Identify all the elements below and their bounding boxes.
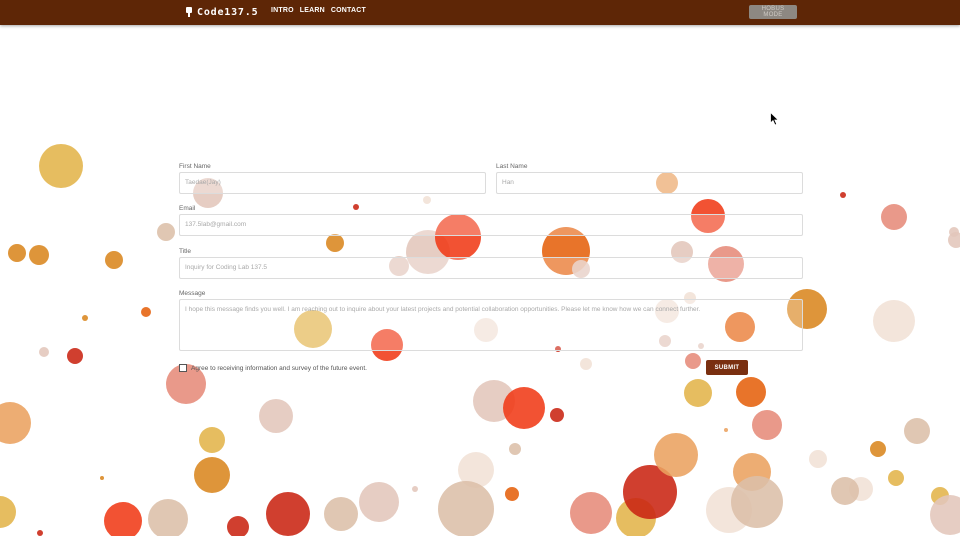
- nav-links: INTRO LEARN CONTACT: [271, 7, 366, 14]
- nav-link-intro[interactable]: INTRO: [271, 7, 294, 14]
- brand-logo[interactable]: Code137.5: [186, 5, 258, 19]
- message-label: Message: [179, 290, 206, 297]
- consent-checkbox[interactable]: [179, 364, 187, 372]
- title-field[interactable]: Inquiry for Coding Lab 137.5: [179, 257, 803, 279]
- first-name-field[interactable]: Taedae(Jay): [179, 172, 486, 194]
- consent-row: Agree to receiving information and surve…: [179, 364, 367, 372]
- contact-form: First Name Taedae(Jay) Last Name Han Ema…: [0, 0, 960, 536]
- flask-icon: [186, 7, 192, 17]
- email-field[interactable]: 137.5lab@gmail.com: [179, 214, 803, 236]
- message-field[interactable]: I hope this message finds you well. I am…: [179, 299, 803, 351]
- last-name-label: Last Name: [496, 163, 528, 170]
- consent-label: Agree to receiving information and surve…: [191, 364, 367, 372]
- nav-link-contact[interactable]: CONTACT: [331, 7, 366, 14]
- mouse-cursor-icon: [770, 112, 779, 126]
- title-label: Title: [179, 248, 192, 255]
- brand-name: Code137.5: [197, 6, 259, 18]
- hobus-mode-button[interactable]: HOBUS MODE: [749, 5, 797, 19]
- nav-link-learn[interactable]: LEARN: [300, 7, 325, 14]
- email-label: Email: [179, 205, 196, 212]
- first-name-label: First Name: [179, 163, 211, 170]
- last-name-field[interactable]: Han: [496, 172, 803, 194]
- top-navbar: Code137.5 INTRO LEARN CONTACT HOBUS MODE: [0, 0, 960, 25]
- submit-button[interactable]: SUBMIT: [706, 360, 748, 375]
